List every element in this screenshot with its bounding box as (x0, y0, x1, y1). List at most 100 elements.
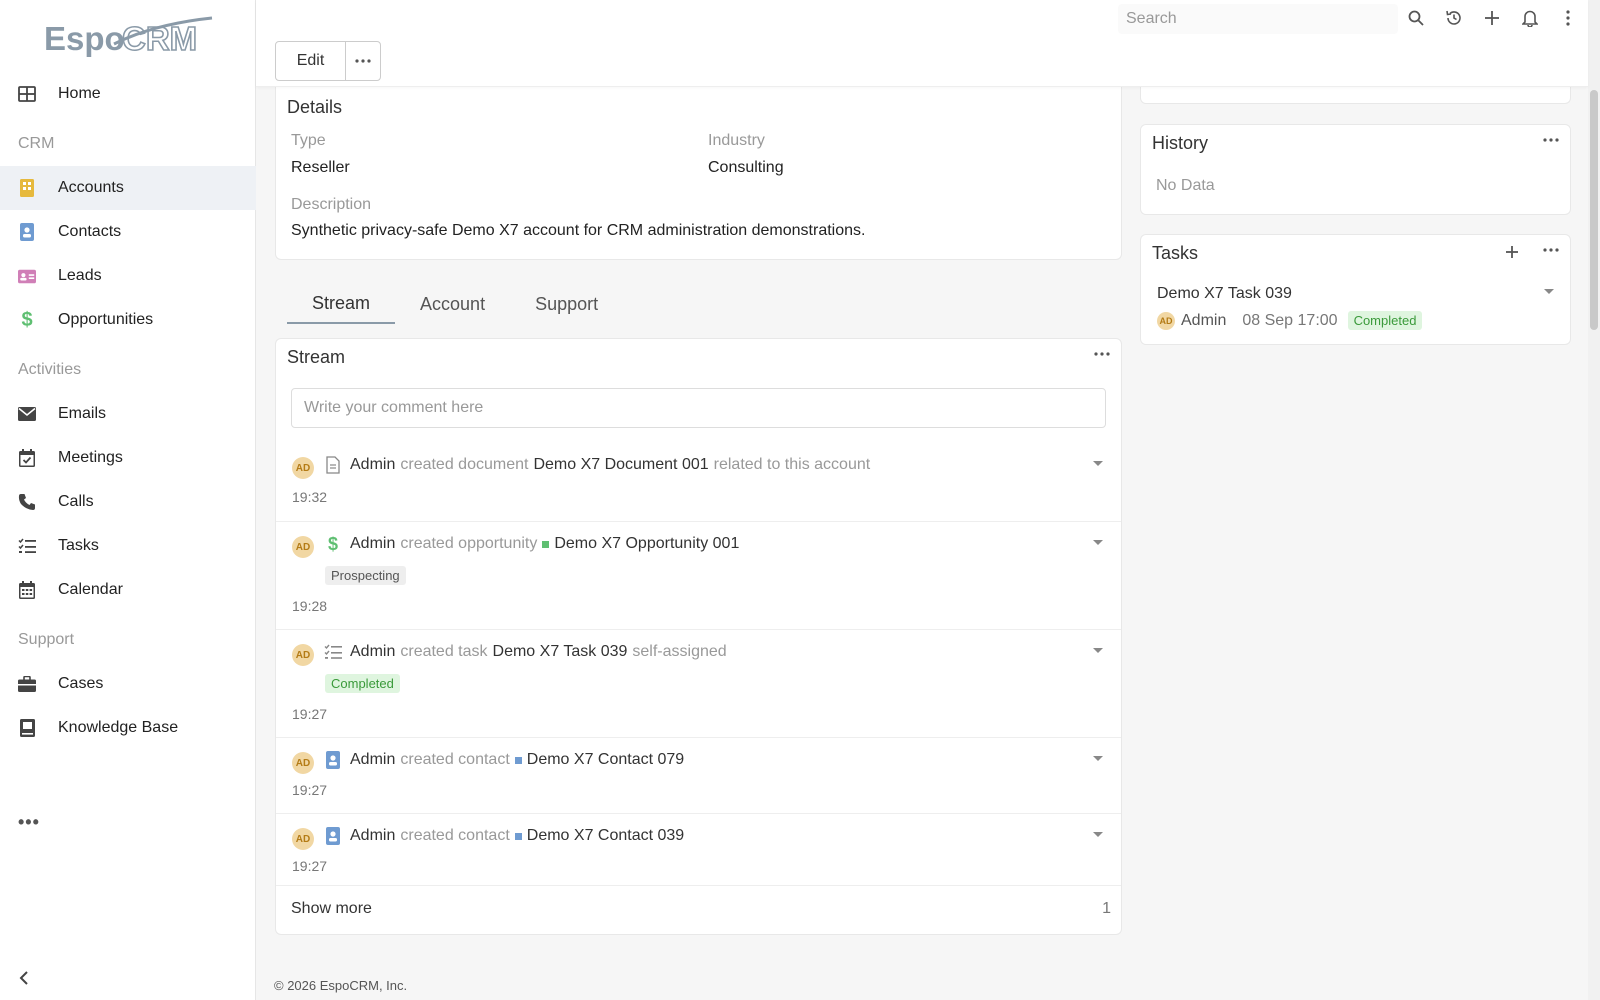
sidebar-item-opportunities[interactable]: $ Opportunities (0, 298, 256, 342)
history-panel-menu-button[interactable] (1543, 129, 1559, 147)
footer-copyright: © 2026 EspoCRM, Inc. (274, 978, 408, 993)
sidebar-item-label: Calendar (58, 581, 123, 598)
sidebar-item-knowledge-base[interactable]: Knowledge Base (0, 706, 256, 750)
more-actions-button[interactable] (346, 42, 380, 80)
ellipsis-icon (1543, 138, 1559, 142)
sidebar-item-accounts[interactable]: Accounts (0, 166, 256, 210)
note-time: 19:32 (292, 489, 328, 505)
bell-icon[interactable] (1520, 6, 1540, 30)
note-actor-link[interactable]: Admin (350, 751, 395, 769)
sidebar-item-tasks[interactable]: Tasks (0, 524, 256, 568)
scrollbar-thumb[interactable] (1590, 90, 1598, 330)
task-assignee[interactable]: Admin (1181, 312, 1226, 330)
sidebar-item-cases[interactable]: Cases (0, 662, 256, 706)
note-verb: created contact (400, 827, 510, 844)
history-panel: History No Data (1140, 124, 1571, 215)
task-list-icon (324, 642, 342, 662)
espocrm-logo[interactable]: Espo CRM (44, 16, 214, 60)
note-dropdown-caret[interactable] (1093, 832, 1103, 837)
sidebar-item-meetings[interactable]: Meetings (0, 436, 256, 480)
note-text: $ Admin created opportunity Demo X7 Oppo… (324, 534, 744, 554)
sidebar-item-leads[interactable]: Leads (0, 254, 256, 298)
sidebar-item-label: Accounts (58, 179, 124, 196)
industry-value: Consulting (708, 159, 784, 176)
stream-note: AD $ Admin created opportunity Demo X7 O… (276, 521, 1121, 629)
note-dropdown-caret[interactable] (1093, 756, 1103, 761)
avatar[interactable]: AD (292, 457, 314, 479)
tab-stream[interactable]: Stream (287, 284, 396, 324)
sidebar-group-support: Support (18, 631, 75, 648)
note-target-link[interactable]: Demo X7 Task 039 (493, 643, 628, 661)
show-more-count: 1 (1102, 900, 1111, 917)
sidebar-item-calendar[interactable]: Calendar (0, 568, 256, 612)
task-dropdown-caret[interactable] (1544, 289, 1554, 294)
stage-badge: Prospecting (325, 566, 406, 585)
plus-icon (1506, 246, 1518, 258)
grid-icon (18, 85, 36, 103)
avatar[interactable]: AD (292, 828, 314, 850)
stream-note: AD Admin created contact Demo X7 Contact… (276, 737, 1121, 813)
sidebar-item-emails[interactable]: Emails (0, 392, 256, 436)
task-date: 08 Sep 17:00 (1242, 311, 1338, 329)
note-target-link[interactable]: Demo X7 Contact 079 (527, 751, 684, 769)
tab-account[interactable]: Account (395, 284, 510, 324)
task-name-link[interactable]: Demo X7 Task 039 (1157, 285, 1292, 303)
collapse-sidebar-button[interactable] (18, 970, 30, 991)
note-text: Admin created task Demo X7 Task 039 self… (324, 642, 732, 662)
plus-icon[interactable] (1482, 6, 1502, 30)
kebab-menu-icon[interactable] (1558, 6, 1578, 30)
note-target-link[interactable]: Demo X7 Document 001 (533, 456, 708, 474)
ellipsis-icon (1543, 248, 1559, 252)
note-actor-link[interactable]: Admin (350, 643, 395, 661)
calendar-icon (18, 581, 36, 599)
tasks-panel-menu-button[interactable] (1543, 239, 1559, 257)
show-more-button[interactable]: Show more (291, 900, 372, 918)
note-target-link[interactable]: Demo X7 Contact 039 (527, 827, 684, 845)
sidebar-item-contacts[interactable]: Contacts (0, 210, 256, 254)
note-dropdown-caret[interactable] (1093, 461, 1103, 466)
history-icon[interactable] (1444, 6, 1464, 30)
ellipsis-icon (1094, 352, 1110, 356)
note-target-link[interactable]: Demo X7 Opportunity 001 (554, 535, 739, 553)
note-dropdown-caret[interactable] (1093, 540, 1103, 545)
history-title: History (1152, 133, 1209, 153)
sidebar-item-label: Meetings (58, 449, 123, 466)
status-square-icon (542, 540, 550, 548)
avatar[interactable]: AD (292, 536, 314, 558)
avatar[interactable]: AD (1157, 311, 1175, 330)
sidebar-more-button[interactable]: ••• (18, 812, 40, 833)
global-search-input[interactable]: Search (1118, 4, 1398, 34)
tab-support[interactable]: Support (510, 284, 623, 324)
note-actor-link[interactable]: Admin (350, 827, 395, 845)
note-verb: created contact (400, 751, 510, 768)
note-actor-link[interactable]: Admin (350, 456, 395, 474)
stream-panel-menu-button[interactable] (1094, 343, 1110, 361)
status-badge: Completed (325, 674, 400, 693)
sidebar-item-home[interactable]: Home (0, 72, 256, 116)
note-time: 19:27 (292, 706, 328, 722)
add-task-button[interactable] (1505, 242, 1519, 265)
description-value: Synthetic privacy-safe Demo X7 account f… (291, 222, 866, 239)
record-tabs: Stream Account Support (287, 284, 623, 324)
search-placeholder: Search (1126, 10, 1177, 27)
comment-input[interactable]: Write your comment here (291, 388, 1106, 428)
sidebar-item-calls[interactable]: Calls (0, 480, 256, 524)
contact-card-icon (324, 826, 342, 846)
history-empty-text: No Data (1156, 177, 1215, 194)
avatar[interactable]: AD (292, 644, 314, 666)
svg-text:CRM: CRM (122, 20, 197, 57)
stream-panel: Stream Write your comment here AD Admin … (275, 338, 1122, 935)
avatar[interactable]: AD (292, 752, 314, 774)
page-scrollbar[interactable] (1588, 0, 1600, 1000)
note-verb: created document (400, 456, 529, 473)
sidebar-nav: Home CRM Accounts Contacts Leads $ Oppor… (0, 72, 256, 750)
note-dropdown-caret[interactable] (1093, 648, 1103, 653)
status-square-icon (514, 832, 522, 840)
note-actor-link[interactable]: Admin (350, 535, 395, 553)
show-more-row: Show more 1 (276, 885, 1121, 933)
sidebar-item-label: Cases (58, 675, 104, 692)
note-time: 19:27 (292, 782, 328, 798)
search-icon[interactable] (1406, 6, 1426, 30)
tasks-panel: Tasks Demo X7 Task 039 AD Admin 08 Sep 1… (1140, 234, 1571, 345)
edit-button[interactable]: Edit (276, 42, 346, 80)
